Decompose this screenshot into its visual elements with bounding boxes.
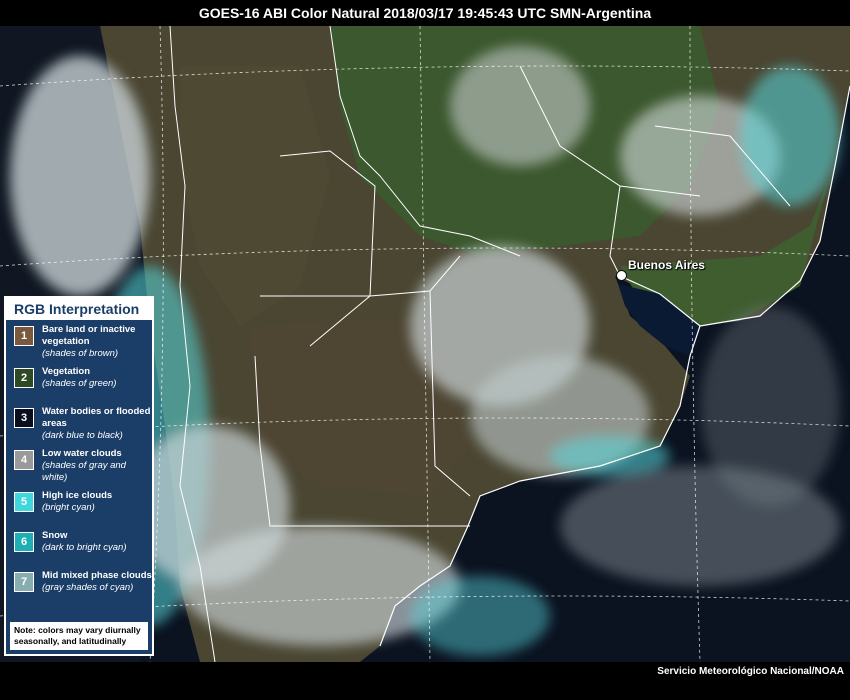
legend-item-desc: (dark blue to black) [42, 430, 123, 441]
legend-title: RGB Interpretation [6, 298, 152, 320]
legend-swatch: 3 [14, 408, 34, 428]
legend-item: 6 Snow (dark to bright cyan) [14, 530, 152, 564]
image-title: GOES-16 ABI Color Natural 2018/03/17 19:… [0, 0, 850, 26]
legend-swatch: 1 [14, 326, 34, 346]
legend-item: 2 Vegetation (shades of green) [14, 366, 152, 400]
legend-item-label: Snow [42, 530, 68, 541]
legend-item-label: Mid mixed phase clouds [42, 570, 152, 581]
city-label-buenos-aires: Buenos Aires [628, 258, 705, 272]
legend-item: 3 Water bodies or flooded areas (dark bl… [14, 406, 152, 442]
legend-item-label: Low water clouds [42, 448, 122, 459]
legend-item-desc: (shades of gray and white) [42, 460, 126, 483]
legend-swatch: 4 [14, 450, 34, 470]
legend-item-desc: (dark to bright cyan) [42, 542, 127, 553]
legend-item-label: High ice clouds [42, 490, 113, 501]
legend-item: 7 Mid mixed phase clouds (gray shades of… [14, 570, 152, 604]
legend-swatch: 7 [14, 572, 34, 592]
legend-item-desc: (shades of green) [42, 378, 117, 389]
legend-swatch: 2 [14, 368, 34, 388]
legend-item: 1 Bare land or inactive vegetation (shad… [14, 324, 152, 360]
legend-item: 5 High ice clouds (bright cyan) [14, 490, 152, 524]
legend-item-desc: (gray shades of cyan) [42, 582, 134, 593]
legend-item-label: Water bodies or flooded areas [42, 406, 151, 429]
legend-item-desc: (shades of brown) [42, 348, 119, 359]
legend-swatch: 6 [14, 532, 34, 552]
legend-item: 4 Low water clouds (shades of gray and w… [14, 448, 152, 484]
legend-swatch: 5 [14, 492, 34, 512]
legend-item-label: Vegetation [42, 366, 91, 377]
image-credit: Servicio Meteorológico Nacional/NOAA [657, 666, 844, 677]
legend-item-label: Bare land or inactive vegetation [42, 324, 136, 347]
legend-item-desc: (bright cyan) [42, 502, 95, 513]
legend-note: Note: colors may vary diurnally seasonal… [10, 622, 148, 650]
buenos-aires-marker [616, 270, 627, 281]
rgb-legend: RGB Interpretation 1 Bare land or inacti… [4, 296, 154, 656]
